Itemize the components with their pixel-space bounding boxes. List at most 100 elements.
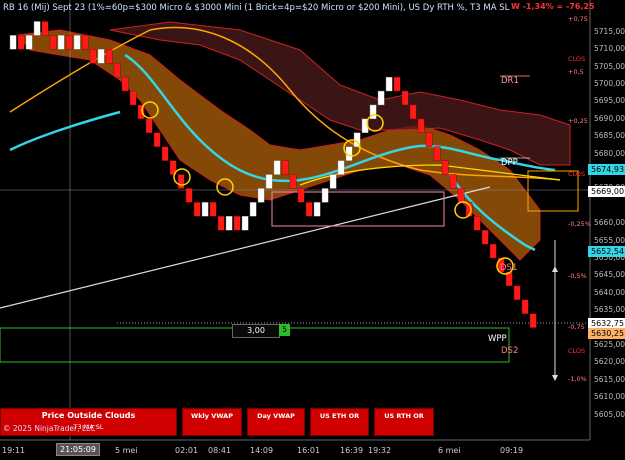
renko-brick-up: [329, 174, 337, 189]
day-vwap-button[interactable]: Day VWAP: [247, 408, 305, 436]
pct-label-clos-mid: CLOS: [568, 170, 586, 178]
price-axis-label: 5700,00: [594, 79, 625, 89]
price-axis-label: 5615,00: [594, 374, 625, 384]
renko-brick-down: [457, 188, 465, 203]
renko-brick-down: [401, 90, 409, 106]
renko-brick-up: [73, 35, 81, 50]
price-axis-label: 5680,00: [594, 148, 625, 158]
price-axis-label: 5685,00: [594, 131, 625, 141]
order-quantity-button[interactable]: 5: [279, 324, 290, 336]
cyan-ma-segment-1: [9, 110, 121, 152]
renko-brick-up: [321, 188, 329, 203]
renko-brick-up: [337, 160, 345, 175]
renko-brick-down: [417, 118, 425, 133]
price-axis-label: 5640,00: [594, 287, 625, 297]
pct-label-p075: +0,75: [568, 15, 588, 23]
price-axis-label: 5620,00: [594, 357, 625, 367]
time-axis-label: 16:01: [297, 446, 321, 455]
pct-label-p05: +0,5: [568, 68, 584, 76]
price-axis-label: 5625,00: [594, 339, 625, 349]
current-price-tag: 5669,00: [588, 186, 625, 197]
price-axis-label: 5610,00: [594, 392, 625, 402]
pct-label-m075: -0,75: [568, 323, 585, 331]
renko-brick-down: [177, 174, 185, 189]
renko-brick-down: [281, 160, 289, 175]
renko-brick-down: [521, 299, 529, 314]
renko-brick-down: [129, 90, 137, 106]
renko-brick-up: [201, 202, 209, 217]
level-wpp: WPP: [488, 334, 507, 344]
renko-brick-down: [41, 21, 49, 36]
renko-brick-down: [433, 146, 441, 161]
time-axis-label: 5 mei: [115, 446, 138, 455]
price-axis-label: 5690,00: [594, 113, 625, 123]
level-dpp: DPP: [501, 158, 518, 168]
pink-box: [271, 191, 445, 227]
wkly-vwap-button[interactable]: Wkly VWAP: [182, 408, 242, 436]
renko-brick-up: [273, 160, 281, 175]
renko-brick-down: [297, 188, 305, 203]
renko-brick-up: [257, 188, 265, 203]
range-arrow-up-head: [552, 266, 558, 272]
level-dr1: DR1: [501, 76, 519, 86]
level-ds1: DS1: [500, 263, 518, 273]
time-axis-label: 16:39: [340, 446, 364, 455]
time-axis-label: 09:19: [500, 446, 524, 455]
pnl-readout: W -1,34% = -76,25: [511, 2, 595, 11]
renko-brick-up: [385, 76, 393, 92]
orange-price-tag: 5630,25: [588, 328, 625, 339]
renko-brick-down: [17, 35, 25, 50]
renko-brick-down: [409, 104, 417, 120]
renko-brick-down: [305, 202, 313, 217]
time-axis-label: 19:32: [368, 446, 392, 455]
trend-line: [0, 186, 491, 309]
pct-label-clos-bot: CLOS: [568, 347, 586, 355]
price-axis-label: 5635,00: [594, 305, 625, 315]
renko-brick-down: [105, 49, 113, 64]
renko-brick-down: [473, 216, 481, 231]
renko-brick-down: [209, 202, 217, 217]
renko-brick-down: [193, 202, 201, 217]
renko-brick-up: [241, 216, 249, 231]
range-arrow-down-head: [552, 375, 558, 381]
renko-brick-down: [513, 285, 521, 300]
renko-brick-down: [89, 49, 97, 64]
us-eth-or-button[interactable]: US ETH OR: [310, 408, 369, 436]
us-rth-or-button[interactable]: US RTH OR: [374, 408, 434, 436]
price-axis-label: 5660,00: [594, 218, 625, 228]
renko-brick-down: [489, 243, 497, 259]
renko-brick-up: [377, 90, 385, 106]
renko-brick-down: [449, 174, 457, 189]
price-axis-label: 5715,00: [594, 26, 625, 36]
time-axis-label: 08:41: [208, 446, 232, 455]
renko-brick-down: [481, 229, 489, 245]
price-axis-label: 5705,00: [594, 61, 625, 71]
renko-brick-up: [57, 35, 65, 50]
renko-brick-up: [25, 35, 33, 50]
pct-label-clos-top: CLOS: [568, 55, 586, 63]
renko-chart[interactable]: [0, 0, 625, 460]
renko-brick-up: [9, 35, 17, 50]
time-axis-label: 6 mei: [438, 446, 461, 455]
price-axis-label: 5605,00: [594, 409, 625, 419]
renko-brick-down: [425, 132, 433, 147]
pct-label-m025: -0,25%: [568, 220, 591, 228]
renko-brick-down: [233, 216, 241, 231]
time-axis-label: 14:09: [250, 446, 274, 455]
renko-brick-up: [265, 174, 273, 189]
price-axis-label: 5645,00: [594, 270, 625, 280]
order-quantity-field[interactable]: 3,00: [232, 324, 280, 338]
renko-brick-down: [289, 174, 297, 189]
cyan-ma-price-tag-2: 5652,54: [588, 246, 625, 257]
pct-label-m1: -1,0%: [568, 375, 587, 383]
renko-brick-down: [121, 76, 129, 92]
renko-brick-down: [185, 188, 193, 203]
renko-brick-down: [441, 160, 449, 175]
time-axis-label: 19:11: [2, 446, 26, 455]
price-outside-clouds-label: Price Outside Clouds: [41, 411, 136, 420]
renko-brick-up: [97, 49, 105, 64]
renko-brick-up: [225, 216, 233, 231]
renko-brick-down: [217, 216, 225, 231]
renko-brick-down: [49, 35, 57, 50]
renko-brick-down: [161, 146, 169, 161]
